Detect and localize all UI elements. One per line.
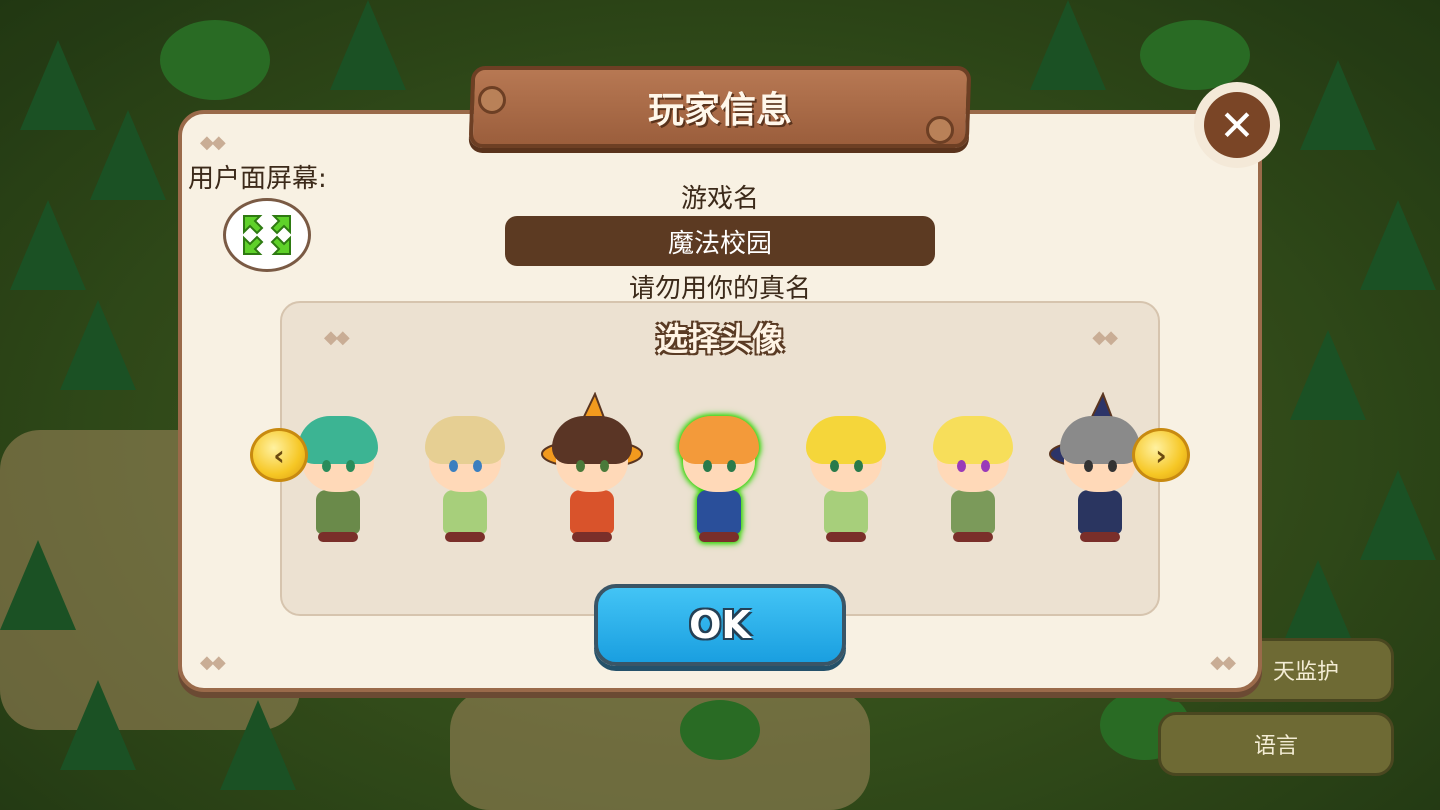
avatar-option-witch-girl[interactable] <box>541 392 643 548</box>
corner-diamonds-decoration: ◆◆ <box>1210 652 1236 673</box>
avatar-hair <box>552 416 632 464</box>
title-banner: 玩家信息 <box>468 66 972 148</box>
avatar-option-blond-boy[interactable] <box>417 398 513 548</box>
avatar-feet <box>318 532 358 542</box>
avatar-eye <box>830 460 839 472</box>
next-avatar-button[interactable]: › <box>1132 428 1190 482</box>
avatar-feet <box>572 532 612 542</box>
avatar-feet <box>699 532 739 542</box>
dialog-title: 玩家信息 <box>647 90 792 131</box>
avatar-eye <box>854 460 863 472</box>
fullscreen-button[interactable] <box>223 198 311 272</box>
avatar-feet <box>1080 532 1120 542</box>
avatar-eye <box>346 460 355 472</box>
avatar-eye <box>727 460 736 472</box>
screen-mode-label: 用户面屏幕: <box>188 164 327 194</box>
name-hint-text: 请勿用你的真名 <box>628 274 811 304</box>
avatar-option-orange-hair-schoolgirl[interactable] <box>671 398 767 548</box>
prev-avatar-button[interactable]: ‹ <box>250 428 308 482</box>
avatar-body <box>951 490 995 534</box>
corner-diamonds-decoration: ◆◆ <box>200 652 226 673</box>
avatar-body <box>316 490 360 534</box>
avatar-section-title: 选择头像 <box>655 320 784 358</box>
avatar-body <box>697 490 741 534</box>
close-button[interactable]: ✕ <box>1194 82 1280 168</box>
ok-button[interactable]: OK <box>594 584 846 666</box>
avatar-eye <box>322 460 331 472</box>
avatar-eye <box>576 460 585 472</box>
avatar-feet <box>953 532 993 542</box>
banner-curl-decoration <box>478 86 506 114</box>
corner-diamonds-decoration: ◆◆ <box>200 132 226 153</box>
avatar-body <box>443 490 487 534</box>
avatar-hair <box>679 416 759 464</box>
language-button[interactable]: 语言 <box>1158 712 1394 776</box>
avatar-hair <box>806 416 886 464</box>
avatar-eye <box>703 460 712 472</box>
avatar-eye <box>600 460 609 472</box>
avatar-eye <box>1084 460 1093 472</box>
avatar-hair <box>1060 416 1140 464</box>
corner-diamonds-decoration: ◆◆ <box>1092 327 1118 348</box>
avatar-feet <box>826 532 866 542</box>
game-name-field[interactable]: 魔法校园 <box>505 216 935 266</box>
avatar-eye <box>449 460 458 472</box>
avatar-hair <box>425 416 505 464</box>
expand-arrows-icon <box>243 215 291 255</box>
ok-button-label: OK <box>689 603 751 647</box>
avatar-eye <box>981 460 990 472</box>
chevron-left-icon: ‹ <box>273 438 285 472</box>
avatar-body <box>570 490 614 534</box>
banner-curl-decoration <box>926 116 954 144</box>
language-button-label: 语言 <box>1253 734 1298 759</box>
monitor-button-label: 天监护 <box>1272 660 1339 685</box>
avatar-option-old-wizard[interactable] <box>1049 392 1151 548</box>
chevron-right-icon: › <box>1155 438 1167 472</box>
avatar-option-blond-elf-girl[interactable] <box>925 398 1021 548</box>
avatar-hair <box>298 416 378 464</box>
avatar-body <box>824 490 868 534</box>
corner-diamonds-decoration: ◆◆ <box>324 327 350 348</box>
avatar-option-blond-elf-boy[interactable] <box>798 398 894 548</box>
avatar-body <box>1078 490 1122 534</box>
avatar-eye <box>473 460 482 472</box>
game-name-value: 魔法校园 <box>667 228 772 259</box>
game-name-label: 游戏名 <box>680 184 759 214</box>
avatar-eye <box>1108 460 1117 472</box>
avatar-feet <box>445 532 485 542</box>
close-icon: ✕ <box>1204 92 1270 158</box>
avatar-option-green-hair-elf-girl[interactable] <box>290 398 386 548</box>
avatar-hair <box>933 416 1013 464</box>
avatar-eye <box>957 460 966 472</box>
